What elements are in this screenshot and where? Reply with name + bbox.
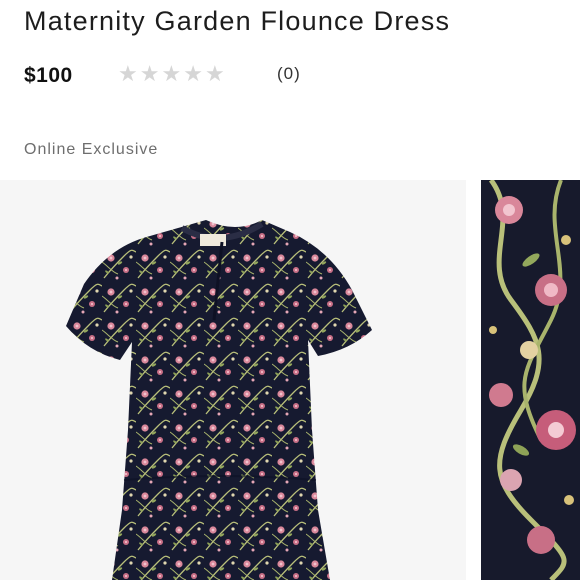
fabric-thumbnail[interactable] [481, 180, 580, 580]
star-rating: ★ ★ ★ ★ ★ [118, 62, 225, 86]
main-product-image[interactable] [0, 180, 466, 580]
star-icon: ★ [183, 61, 203, 86]
online-exclusive-badge: Online Exclusive [24, 141, 159, 158]
fabric-closeup-icon [481, 180, 580, 580]
star-icon: ★ [204, 61, 225, 86]
star-icon: ★ [118, 61, 138, 86]
rating-block[interactable]: ★ ★ ★ ★ ★ (0) [24, 62, 354, 90]
star-icon: ★ [139, 61, 160, 86]
star-icon: ★ [161, 61, 182, 86]
dress-photo-icon [0, 180, 466, 580]
review-count[interactable]: (0) [277, 64, 301, 84]
product-title: Maternity Garden Flounce Dress [24, 6, 451, 36]
